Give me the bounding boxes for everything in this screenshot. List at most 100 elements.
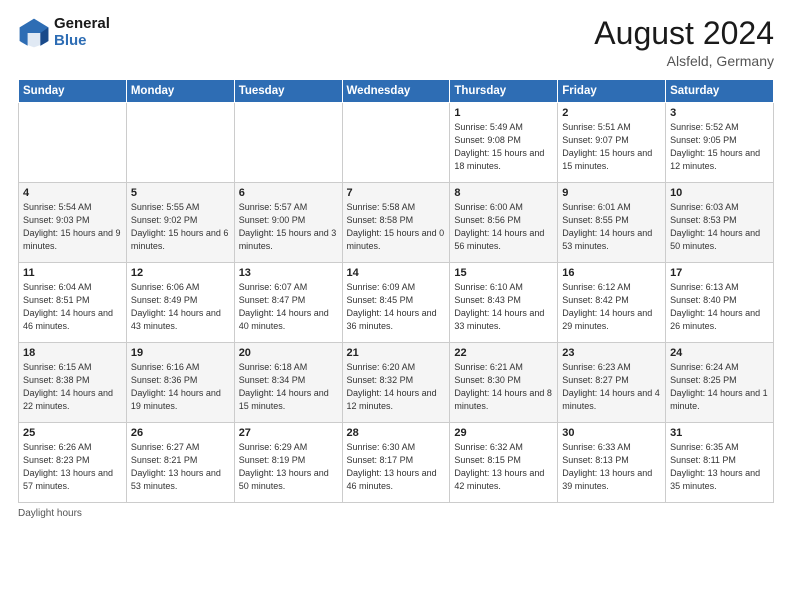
day-number: 14 bbox=[347, 267, 446, 279]
calendar-cell: 2 Sunrise: 5:51 AMSunset: 9:07 PMDaylight… bbox=[558, 103, 666, 183]
day-info: Sunrise: 6:03 AMSunset: 8:53 PMDaylight:… bbox=[670, 201, 769, 253]
calendar-cell: 26 Sunrise: 6:27 AMSunset: 8:21 PMDayligh… bbox=[126, 423, 234, 503]
day-info: Sunrise: 6:12 AMSunset: 8:42 PMDaylight:… bbox=[562, 281, 661, 333]
day-number: 11 bbox=[23, 267, 122, 279]
logo-icon bbox=[18, 17, 50, 49]
day-number: 2 bbox=[562, 107, 661, 119]
day-number: 6 bbox=[239, 187, 338, 199]
day-info: Sunrise: 6:13 AMSunset: 8:40 PMDaylight:… bbox=[670, 281, 769, 333]
calendar-cell: 20 Sunrise: 6:18 AMSunset: 8:34 PMDayligh… bbox=[234, 343, 342, 423]
day-info: Sunrise: 6:09 AMSunset: 8:45 PMDaylight:… bbox=[347, 281, 446, 333]
day-number: 18 bbox=[23, 347, 122, 359]
footer-note-text: Daylight hours bbox=[18, 508, 82, 519]
calendar-cell: 17 Sunrise: 6:13 AMSunset: 8:40 PMDayligh… bbox=[666, 263, 774, 343]
title-block: August 2024 Alsfeld, Germany bbox=[594, 16, 774, 69]
day-info: Sunrise: 5:51 AMSunset: 9:07 PMDaylight:… bbox=[562, 121, 661, 173]
day-number: 5 bbox=[131, 187, 230, 199]
day-info: Sunrise: 6:26 AMSunset: 8:23 PMDaylight:… bbox=[23, 441, 122, 493]
calendar-table: SundayMondayTuesdayWednesdayThursdayFrid… bbox=[18, 79, 774, 503]
col-header-thursday: Thursday bbox=[450, 80, 558, 103]
day-info: Sunrise: 5:52 AMSunset: 9:05 PMDaylight:… bbox=[670, 121, 769, 173]
calendar-header: SundayMondayTuesdayWednesdayThursdayFrid… bbox=[19, 80, 774, 103]
day-info: Sunrise: 6:06 AMSunset: 8:49 PMDaylight:… bbox=[131, 281, 230, 333]
col-header-saturday: Saturday bbox=[666, 80, 774, 103]
day-info: Sunrise: 5:57 AMSunset: 9:00 PMDaylight:… bbox=[239, 201, 338, 253]
calendar-body: 1 Sunrise: 5:49 AMSunset: 9:08 PMDaylight… bbox=[19, 103, 774, 503]
day-info: Sunrise: 6:24 AMSunset: 8:25 PMDaylight:… bbox=[670, 361, 769, 413]
calendar-cell: 22Sunrise: 6:21 AMSunset: 8:30 PMDayligh… bbox=[450, 343, 558, 423]
day-number: 1 bbox=[454, 107, 553, 119]
day-number: 9 bbox=[562, 187, 661, 199]
calendar-cell bbox=[234, 103, 342, 183]
calendar-cell: 13 Sunrise: 6:07 AMSunset: 8:47 PMDayligh… bbox=[234, 263, 342, 343]
day-info: Sunrise: 6:29 AMSunset: 8:19 PMDaylight:… bbox=[239, 441, 338, 493]
day-info: Sunrise: 5:55 AMSunset: 9:02 PMDaylight:… bbox=[131, 201, 230, 253]
calendar-cell: 6 Sunrise: 5:57 AMSunset: 9:00 PMDaylight… bbox=[234, 183, 342, 263]
calendar-cell: 1 Sunrise: 5:49 AMSunset: 9:08 PMDaylight… bbox=[450, 103, 558, 183]
day-info: Sunrise: 6:18 AMSunset: 8:34 PMDaylight:… bbox=[239, 361, 338, 413]
calendar-cell: 29 Sunrise: 6:32 AMSunset: 8:15 PMDayligh… bbox=[450, 423, 558, 503]
day-number: 31 bbox=[670, 427, 769, 439]
calendar-cell: 28Sunrise: 6:30 AMSunset: 8:17 PMDayligh… bbox=[342, 423, 450, 503]
col-header-wednesday: Wednesday bbox=[342, 80, 450, 103]
day-info: Sunrise: 6:27 AMSunset: 8:21 PMDaylight:… bbox=[131, 441, 230, 493]
calendar-cell: 16 Sunrise: 6:12 AMSunset: 8:42 PMDayligh… bbox=[558, 263, 666, 343]
day-info: Sunrise: 6:35 AMSunset: 8:11 PMDaylight:… bbox=[670, 441, 769, 493]
day-number: 20 bbox=[239, 347, 338, 359]
day-number: 25 bbox=[23, 427, 122, 439]
calendar-cell: 15 Sunrise: 6:10 AMSunset: 8:43 PMDayligh… bbox=[450, 263, 558, 343]
calendar-cell bbox=[342, 103, 450, 183]
day-number: 8 bbox=[454, 187, 553, 199]
day-info: Sunrise: 6:00 AMSunset: 8:56 PMDaylight:… bbox=[454, 201, 553, 253]
day-info: Sunrise: 5:49 AMSunset: 9:08 PMDaylight:… bbox=[454, 121, 553, 173]
day-number: 10 bbox=[670, 187, 769, 199]
calendar-cell: 21Sunrise: 6:20 AMSunset: 8:32 PMDayligh… bbox=[342, 343, 450, 423]
calendar-cell: 5 Sunrise: 5:55 AMSunset: 9:02 PMDaylight… bbox=[126, 183, 234, 263]
calendar-cell: 14 Sunrise: 6:09 AMSunset: 8:45 PMDayligh… bbox=[342, 263, 450, 343]
day-info: Sunrise: 6:23 AMSunset: 8:27 PMDaylight:… bbox=[562, 361, 661, 413]
day-number: 3 bbox=[670, 107, 769, 119]
day-info: Sunrise: 5:58 AMSunset: 8:58 PMDaylight:… bbox=[347, 201, 446, 253]
day-info: Sunrise: 6:20 AMSunset: 8:32 PMDaylight:… bbox=[347, 361, 446, 413]
calendar-cell: 4 Sunrise: 5:54 AMSunset: 9:03 PMDaylight… bbox=[19, 183, 127, 263]
day-info: Sunrise: 6:21 AMSunset: 8:30 PMDaylight:… bbox=[454, 361, 553, 413]
col-header-friday: Friday bbox=[558, 80, 666, 103]
day-number: 15 bbox=[454, 267, 553, 279]
day-number: 7 bbox=[347, 187, 446, 199]
calendar-cell: 25 Sunrise: 6:26 AMSunset: 8:23 PMDayligh… bbox=[19, 423, 127, 503]
day-info: Sunrise: 6:32 AMSunset: 8:15 PMDaylight:… bbox=[454, 441, 553, 493]
calendar-cell: 8 Sunrise: 6:00 AMSunset: 8:56 PMDaylight… bbox=[450, 183, 558, 263]
col-header-tuesday: Tuesday bbox=[234, 80, 342, 103]
month-year: August 2024 bbox=[594, 16, 774, 51]
calendar-cell: 3 Sunrise: 5:52 AMSunset: 9:05 PMDaylight… bbox=[666, 103, 774, 183]
calendar-cell: 19Sunrise: 6:16 AMSunset: 8:36 PMDayligh… bbox=[126, 343, 234, 423]
day-number: 16 bbox=[562, 267, 661, 279]
day-info: Sunrise: 6:04 AMSunset: 8:51 PMDaylight:… bbox=[23, 281, 122, 333]
location: Alsfeld, Germany bbox=[594, 53, 774, 69]
day-number: 24 bbox=[670, 347, 769, 359]
calendar-cell: 31 Sunrise: 6:35 AMSunset: 8:11 PMDayligh… bbox=[666, 423, 774, 503]
day-info: Sunrise: 6:10 AMSunset: 8:43 PMDaylight:… bbox=[454, 281, 553, 333]
calendar-cell: 10 Sunrise: 6:03 AMSunset: 8:53 PMDayligh… bbox=[666, 183, 774, 263]
day-number: 23 bbox=[562, 347, 661, 359]
footer-note: Daylight hours bbox=[18, 508, 774, 519]
logo: General Blue bbox=[18, 16, 110, 49]
calendar-cell: 12Sunrise: 6:06 AMSunset: 8:49 PMDayligh… bbox=[126, 263, 234, 343]
day-number: 4 bbox=[23, 187, 122, 199]
day-info: Sunrise: 6:07 AMSunset: 8:47 PMDaylight:… bbox=[239, 281, 338, 333]
day-number: 27 bbox=[239, 427, 338, 439]
day-info: Sunrise: 5:54 AMSunset: 9:03 PMDaylight:… bbox=[23, 201, 122, 253]
day-number: 13 bbox=[239, 267, 338, 279]
calendar-cell: 23 Sunrise: 6:23 AMSunset: 8:27 PMDayligh… bbox=[558, 343, 666, 423]
day-number: 19 bbox=[131, 347, 230, 359]
day-number: 17 bbox=[670, 267, 769, 279]
calendar-cell bbox=[126, 103, 234, 183]
page: General Blue August 2024 Alsfeld, German… bbox=[0, 0, 792, 612]
calendar-cell bbox=[19, 103, 127, 183]
calendar-cell: 27 Sunrise: 6:29 AMSunset: 8:19 PMDayligh… bbox=[234, 423, 342, 503]
calendar-cell: 11 Sunrise: 6:04 AMSunset: 8:51 PMDayligh… bbox=[19, 263, 127, 343]
day-number: 26 bbox=[131, 427, 230, 439]
day-number: 29 bbox=[454, 427, 553, 439]
col-header-sunday: Sunday bbox=[19, 80, 127, 103]
day-info: Sunrise: 6:15 AMSunset: 8:38 PMDaylight:… bbox=[23, 361, 122, 413]
